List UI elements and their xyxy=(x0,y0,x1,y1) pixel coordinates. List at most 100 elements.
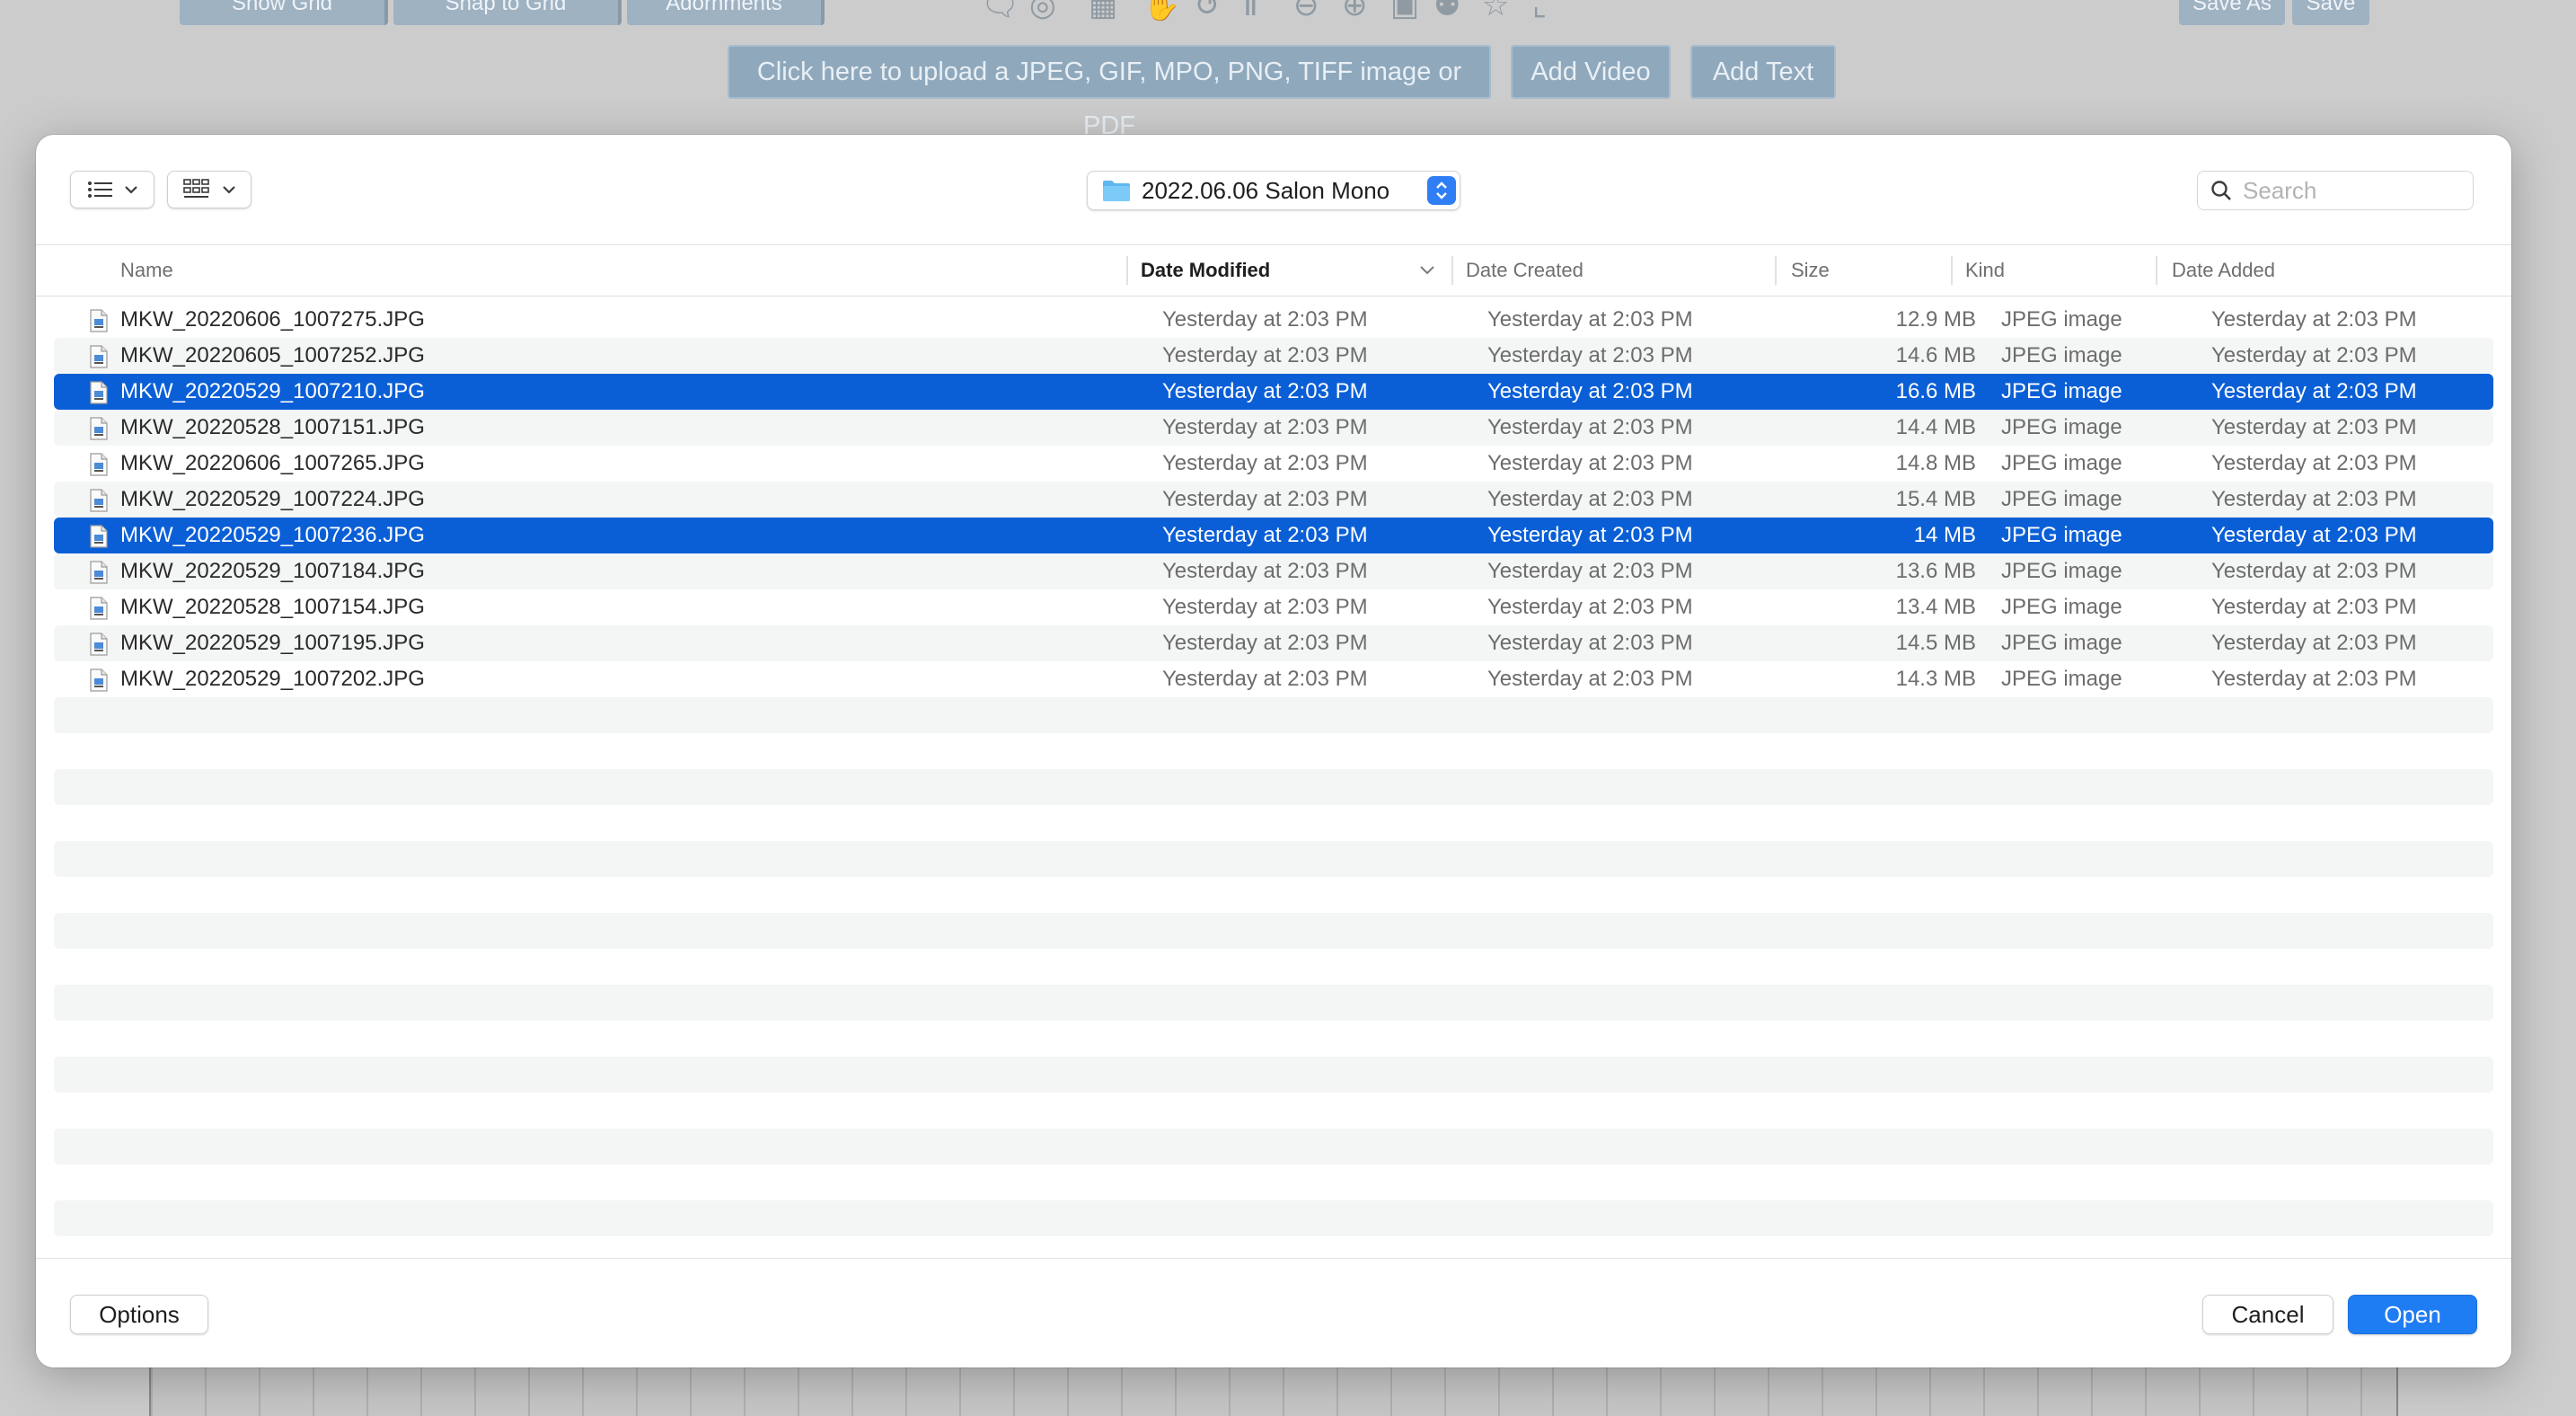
date-modified: Yesterday at 2:03 PM xyxy=(1162,667,1368,691)
file-row[interactable]: MKW_20220605_1007252.JPG Yesterday at 2:0… xyxy=(54,338,2493,374)
file-row[interactable]: MKW_20220529_1007184.JPG Yesterday at 2:0… xyxy=(54,553,2493,589)
file-size: 14.4 MB xyxy=(1895,415,1976,439)
zoom-in-icon[interactable]: ⊕ xyxy=(1342,0,1368,22)
dialog-footer: Options Cancel Open xyxy=(36,1258,2511,1367)
jpeg-file-icon xyxy=(90,597,108,620)
cancel-button[interactable]: Cancel xyxy=(2202,1295,2333,1334)
open-button[interactable]: Open xyxy=(2348,1295,2477,1334)
file-row[interactable]: MKW_20220529_1007195.JPG Yesterday at 2:0… xyxy=(54,625,2493,661)
file-name: MKW_20220528_1007154.JPG xyxy=(120,595,425,619)
file-name: MKW_20220529_1007224.JPG xyxy=(120,487,425,511)
date-added: Yesterday at 2:03 PM xyxy=(2211,451,2417,475)
date-added: Yesterday at 2:03 PM xyxy=(2211,631,2417,655)
column-kind[interactable]: Kind xyxy=(1965,245,2005,296)
search-icon xyxy=(2211,181,2231,200)
file-kind: JPEG image xyxy=(2001,667,2122,691)
date-created: Yesterday at 2:03 PM xyxy=(1487,415,1693,439)
open-file-dialog: 2022.06.06 Salon Mono Name Date Modified… xyxy=(36,135,2511,1367)
adornments-button[interactable]: Adornments xyxy=(627,0,825,25)
column-header: Name Date Modified Date Created Size Kin… xyxy=(36,244,2511,296)
file-size: 14 MB xyxy=(1913,523,1976,547)
empty-row xyxy=(54,805,2493,841)
hand-icon[interactable]: ✋ xyxy=(1142,0,1180,22)
file-kind: JPEG image xyxy=(2001,343,2122,367)
file-size: 15.4 MB xyxy=(1895,487,1976,511)
add-video-button[interactable]: Add Video xyxy=(1511,45,1671,99)
file-row[interactable]: MKW_20220529_1007202.JPG Yesterday at 2:0… xyxy=(54,661,2493,697)
empty-row xyxy=(54,1164,2493,1200)
column-date-created[interactable]: Date Created xyxy=(1466,245,1584,296)
date-created: Yesterday at 2:03 PM xyxy=(1487,379,1693,403)
file-name: MKW_20220606_1007275.JPG xyxy=(120,307,425,332)
search-input[interactable] xyxy=(2243,176,2458,205)
file-size: 14.5 MB xyxy=(1895,631,1976,655)
icon-grid-view-icon xyxy=(183,179,209,198)
jpeg-file-icon xyxy=(90,489,108,512)
sort-descending-icon[interactable] xyxy=(1419,265,1435,276)
grid-icon[interactable]: ▦ xyxy=(1089,0,1117,22)
column-name[interactable]: Name xyxy=(120,245,173,296)
save-as-button[interactable]: Save As xyxy=(2179,0,2285,25)
date-modified: Yesterday at 2:03 PM xyxy=(1162,595,1368,619)
date-modified: Yesterday at 2:03 PM xyxy=(1162,415,1368,439)
date-created: Yesterday at 2:03 PM xyxy=(1487,595,1693,619)
file-row[interactable]: MKW_20220606_1007265.JPG Yesterday at 2:0… xyxy=(54,446,2493,482)
dialog-toolbar: 2022.06.06 Salon Mono xyxy=(36,135,2511,244)
date-modified: Yesterday at 2:03 PM xyxy=(1162,631,1368,655)
camera-icon[interactable]: ◎ xyxy=(1029,0,1056,22)
empty-row xyxy=(54,949,2493,985)
empty-row xyxy=(54,1057,2493,1093)
date-added: Yesterday at 2:03 PM xyxy=(2211,415,2417,439)
jpeg-file-icon xyxy=(90,453,108,476)
library-icon[interactable]: Ⅱ xyxy=(1243,0,1258,22)
file-kind: JPEG image xyxy=(2001,487,2122,511)
star-icon[interactable]: ☆ xyxy=(1482,0,1509,22)
folder-stepper[interactable] xyxy=(1427,176,1456,205)
column-date-modified[interactable]: Date Modified xyxy=(1141,245,1270,296)
empty-row xyxy=(54,1093,2493,1128)
column-size[interactable]: Size xyxy=(1791,245,1830,296)
file-row[interactable]: MKW_20220528_1007154.JPG Yesterday at 2:0… xyxy=(54,589,2493,625)
date-added: Yesterday at 2:03 PM xyxy=(2211,595,2417,619)
list-view-button[interactable] xyxy=(70,171,154,208)
icon-view-button[interactable] xyxy=(167,171,251,208)
fullscreen-icon[interactable]: ⌞ xyxy=(1532,0,1547,22)
column-date-added[interactable]: Date Added xyxy=(2172,245,2275,296)
file-size: 14.3 MB xyxy=(1895,667,1976,691)
empty-row xyxy=(54,985,2493,1021)
file-row[interactable]: MKW_20220529_1007224.JPG Yesterday at 2:0… xyxy=(54,482,2493,518)
jpeg-file-icon xyxy=(90,417,108,440)
zoom-out-icon[interactable]: ⊖ xyxy=(1293,0,1319,22)
file-row[interactable]: MKW_20220606_1007275.JPG Yesterday at 2:0… xyxy=(54,302,2493,338)
snap-to-grid-button[interactable]: Snap to Grid xyxy=(393,0,622,25)
date-added: Yesterday at 2:03 PM xyxy=(2211,487,2417,511)
options-button[interactable]: Options xyxy=(70,1295,208,1334)
save-button[interactable]: Save xyxy=(2292,0,2369,25)
file-kind: JPEG image xyxy=(2001,631,2122,655)
jpeg-file-icon xyxy=(90,381,108,404)
file-kind: JPEG image xyxy=(2001,523,2122,547)
frame-icon[interactable]: ▣ xyxy=(1390,0,1419,22)
date-modified: Yesterday at 2:03 PM xyxy=(1162,487,1368,511)
date-modified: Yesterday at 2:03 PM xyxy=(1162,559,1368,583)
date-created: Yesterday at 2:03 PM xyxy=(1487,523,1693,547)
date-modified: Yesterday at 2:03 PM xyxy=(1162,523,1368,547)
date-modified: Yesterday at 2:03 PM xyxy=(1162,451,1368,475)
undo-icon[interactable]: ↺ xyxy=(1195,0,1221,22)
file-size: 12.9 MB xyxy=(1895,307,1976,332)
file-name: MKW_20220606_1007265.JPG xyxy=(120,451,425,475)
add-text-button[interactable]: Add Text xyxy=(1690,45,1836,99)
folder-name: 2022.06.06 Salon Mono xyxy=(1142,176,1390,204)
file-row[interactable]: MKW_20220528_1007151.JPG Yesterday at 2:0… xyxy=(54,410,2493,446)
search-field[interactable] xyxy=(2197,171,2474,210)
comment-icon[interactable]: 🗨 xyxy=(981,0,1019,22)
folder-location-popup[interactable]: 2022.06.06 Salon Mono xyxy=(1087,171,1460,210)
empty-row xyxy=(54,1200,2493,1236)
file-row[interactable]: MKW_20220529_1007236.JPG Yesterday at 2:0… xyxy=(54,518,2493,553)
date-created: Yesterday at 2:03 PM xyxy=(1487,343,1693,367)
upload-image-button[interactable]: Click here to upload a JPEG, GIF, MPO, P… xyxy=(728,45,1491,140)
jpeg-file-icon xyxy=(90,561,108,584)
file-row[interactable]: MKW_20220529_1007210.JPG Yesterday at 2:0… xyxy=(54,374,2493,410)
people-icon[interactable]: ⚉ xyxy=(1434,0,1460,22)
show-grid-button[interactable]: Show Grid xyxy=(180,0,388,25)
